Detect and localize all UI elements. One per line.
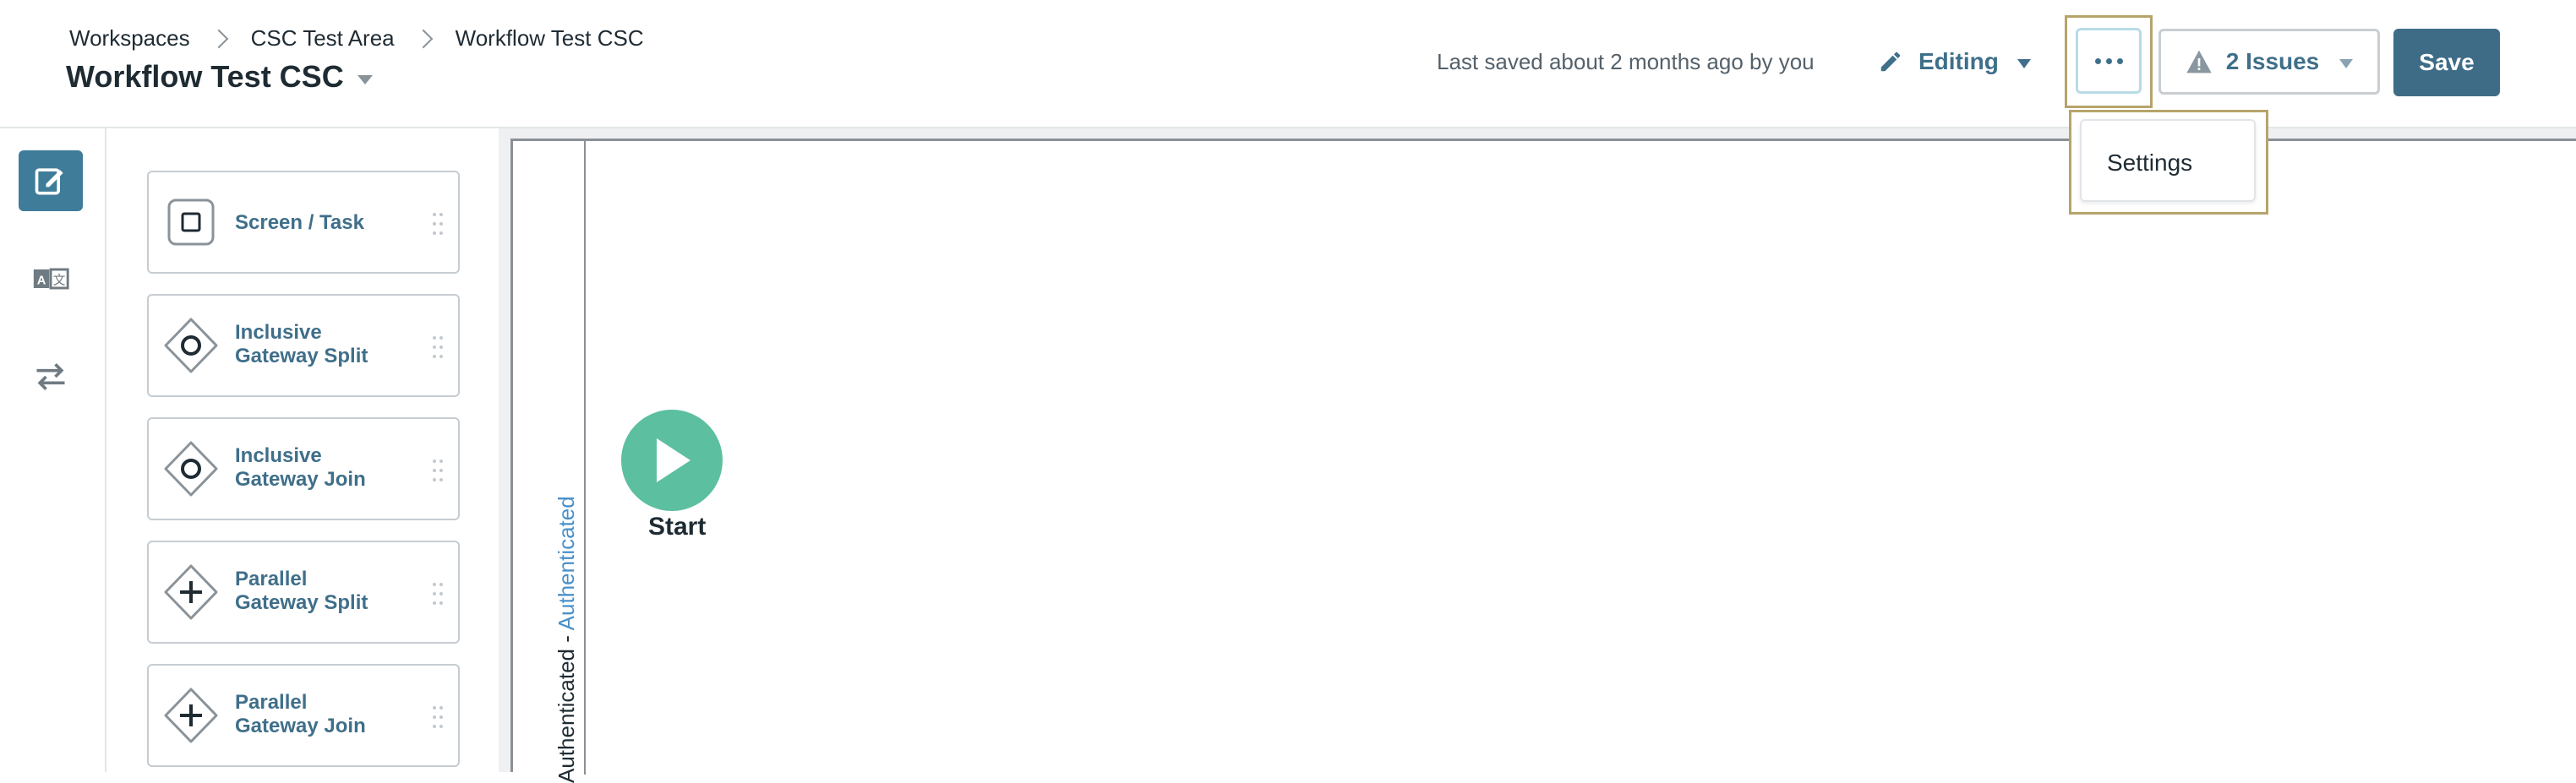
swimlane-header[interactable]: Authenticated - Authenticated xyxy=(513,141,586,783)
svg-text:文: 文 xyxy=(53,273,66,287)
palette-item-label: Inclusive Gateway Join xyxy=(235,444,366,492)
pencil-icon xyxy=(1880,52,1901,72)
more-button-highlight xyxy=(2065,15,2153,108)
palette-item-inclusive-gateway-split[interactable]: Inclusive Gateway Split xyxy=(147,294,460,397)
inclusive-gateway-icon xyxy=(164,441,218,497)
start-event-node[interactable] xyxy=(621,410,723,511)
svg-text:A: A xyxy=(37,274,46,287)
parallel-gateway-icon xyxy=(164,688,218,743)
drag-handle-icon[interactable] xyxy=(431,458,445,483)
label-line-2: Gateway Split xyxy=(235,591,368,614)
drag-handle-icon[interactable] xyxy=(431,211,445,237)
swap-arrows-icon xyxy=(36,363,65,390)
breadcrumb-workspaces[interactable]: Workspaces xyxy=(69,25,190,52)
drag-handle-icon[interactable] xyxy=(431,704,445,730)
more-dots-icon xyxy=(2105,57,2112,64)
left-tool-rail: A 文 xyxy=(0,128,106,772)
inclusive-gateway-icon xyxy=(164,318,218,373)
caret-down-icon xyxy=(2339,58,2354,68)
more-dots-icon xyxy=(2116,57,2123,64)
drag-handle-icon[interactable] xyxy=(431,334,445,360)
warning-icon xyxy=(2186,50,2212,73)
label-line-2: Gateway Join xyxy=(235,715,366,737)
caret-down-icon[interactable] xyxy=(357,74,373,84)
rail-translate-button[interactable]: A 文 xyxy=(19,248,83,309)
issues-dropdown-button[interactable]: 2 Issues xyxy=(2158,29,2380,95)
play-icon xyxy=(657,438,690,482)
palette-item-parallel-gateway-split[interactable]: Parallel Gateway Split xyxy=(147,541,460,644)
editing-mode-label: Editing xyxy=(1918,48,1999,74)
palette-item-label: Parallel Gateway Split xyxy=(235,568,368,615)
breadcrumb: Workspaces CSC Test Area Workflow Test C… xyxy=(69,25,644,52)
label-line-1: Parallel xyxy=(235,691,308,714)
issues-label: 2 Issues xyxy=(2225,48,2320,74)
editing-mode-dropdown[interactable]: Editing xyxy=(1878,42,2031,81)
more-menu-highlight: Settings xyxy=(2069,110,2268,215)
chevron-right-icon xyxy=(413,29,433,48)
palette-item-parallel-gateway-join[interactable]: Parallel Gateway Join xyxy=(147,664,460,767)
lane-label-main: Authenticated xyxy=(554,648,579,783)
palette-item-inclusive-gateway-join[interactable]: Inclusive Gateway Join xyxy=(147,417,460,520)
menu-item-settings[interactable]: Settings xyxy=(2107,150,2192,177)
breadcrumb-current: Workflow Test CSC xyxy=(455,25,644,51)
rail-swap-button[interactable] xyxy=(19,346,83,407)
more-options-button[interactable] xyxy=(2076,28,2142,94)
label-line-1: Inclusive xyxy=(235,321,322,344)
chevron-right-icon xyxy=(209,29,228,48)
swimlane-label: Authenticated - Authenticated xyxy=(554,496,580,783)
palette-item-label: Parallel Gateway Join xyxy=(235,691,366,738)
label-line-1: Parallel xyxy=(235,568,308,590)
palette-item-label: Screen / Task xyxy=(235,211,364,234)
task-square-icon xyxy=(167,198,215,246)
page-title[interactable]: Workflow Test CSC xyxy=(66,59,344,95)
breadcrumb-area[interactable]: CSC Test Area xyxy=(251,25,395,52)
lane-label-sub: Authenticated xyxy=(554,496,579,631)
canvas-area: Authenticated - Authenticated Start xyxy=(499,128,2576,783)
lane-label-separator: - xyxy=(554,630,579,649)
label-line-2: Gateway Join xyxy=(235,468,366,491)
label-line-2: Gateway Split xyxy=(235,345,368,367)
caret-down-icon xyxy=(2017,58,2031,68)
drag-handle-icon[interactable] xyxy=(431,581,445,606)
palette-item-label: Inclusive Gateway Split xyxy=(235,321,368,368)
parallel-gateway-icon xyxy=(164,564,218,620)
node-palette: Screen / Task Inclusive Gateway Split In… xyxy=(106,128,499,772)
label-line-1: Inclusive xyxy=(235,444,322,467)
rail-edit-button[interactable] xyxy=(19,150,83,211)
workflow-canvas[interactable]: Authenticated - Authenticated Start xyxy=(510,139,2576,783)
title-row[interactable]: Workflow Test CSC xyxy=(66,59,373,95)
palette-item-screen-task[interactable]: Screen / Task xyxy=(147,171,460,274)
start-node-label: Start xyxy=(648,513,707,541)
edit-icon xyxy=(35,168,63,195)
more-dots-icon xyxy=(2094,57,2101,64)
workflow-editor: Workspaces CSC Test Area Workflow Test C… xyxy=(0,0,2576,783)
translate-icon: A 文 xyxy=(33,268,69,290)
more-options-menu: Settings xyxy=(2080,119,2256,202)
last-saved-status: Last saved about 2 months ago by you xyxy=(1437,49,1815,74)
save-button[interactable]: Save xyxy=(2393,29,2500,96)
